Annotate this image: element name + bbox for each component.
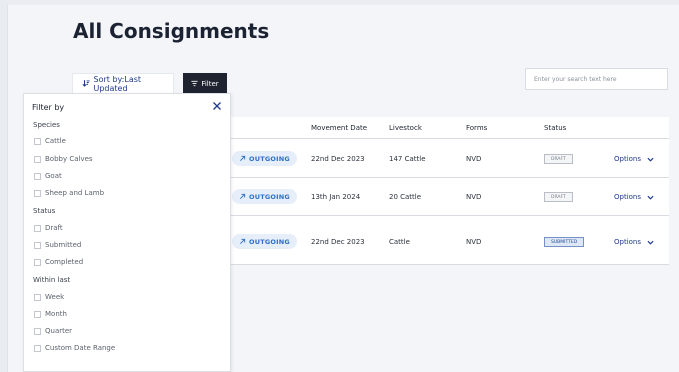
chevron-down-icon [647,157,654,162]
direction-badge: OUTGOING [232,151,297,166]
species-group-label: Species [33,121,60,129]
checkbox[interactable] [34,293,41,301]
arrow-up-right-icon [240,238,246,244]
direction-label: OUTGOING [249,154,290,163]
livestock-cell: 147 Cattle [389,155,426,163]
filter-button[interactable]: Filter [183,73,227,94]
table-row[interactable]: OUTGOING 22nd Dec 2023 147 Cattle NVD DR… [228,140,669,178]
filter-option-quarter[interactable]: Quarter [34,327,72,335]
status-badge: SUBMITTED [544,237,585,247]
sort-icon [82,80,90,87]
forms-cell: NVD [466,193,482,201]
checkbox[interactable] [34,310,41,318]
movement-date-cell: 22nd Dec 2023 [311,155,365,163]
option-label: Quarter [45,327,73,335]
options-menu-button[interactable]: Options [614,193,654,201]
option-label: Goat [45,172,62,180]
filter-option-cattle[interactable]: Cattle [34,137,66,145]
column-header-status: Status [544,124,567,132]
checkbox[interactable] [34,189,41,197]
status-group-label: Status [33,207,56,215]
direction-badge: OUTGOING [232,189,297,204]
options-label: Options [614,238,642,246]
filter-option-sheep-and-lamb[interactable]: Sheep and Lamb [34,189,104,197]
table-row[interactable]: OUTGOING 22nd Dec 2023 Cattle NVD SUBMIT… [228,221,669,265]
options-label: Options [614,155,642,163]
option-label: Month [45,310,67,318]
filter-option-bobby-calves[interactable]: Bobby Calves [34,155,93,163]
direction-label: OUTGOING [249,237,290,246]
option-label: Completed [45,258,84,266]
livestock-cell: Cattle [389,238,410,246]
page-title: All Consignments [73,19,270,43]
filter-panel: Filter by Species Cattle Bobby Calves Go… [23,93,231,372]
search-input[interactable] [525,68,668,90]
arrow-up-right-icon [240,155,246,161]
checkbox[interactable] [34,137,41,145]
options-label: Options [614,193,642,201]
direction-label: OUTGOING [249,192,290,201]
within-group-label: Within last [33,276,71,284]
sort-button[interactable]: Sort by:Last Updated [72,73,174,94]
chevron-down-icon [647,240,654,245]
movement-date-cell: 13th Jan 2024 [311,193,361,201]
sort-button-label: Sort by:Last Updated [93,74,142,93]
filter-icon [191,80,198,87]
movement-date-cell: 22nd Dec 2023 [311,238,365,246]
options-menu-button[interactable]: Options [614,155,654,163]
forms-cell: NVD [466,238,482,246]
option-label: Week [45,293,65,301]
column-header-livestock: Livestock [389,124,422,132]
options-menu-button[interactable]: Options [614,238,654,246]
filter-option-submitted[interactable]: Submitted [34,241,81,249]
column-header-movement-date: Movement Date [311,124,368,132]
checkbox[interactable] [34,224,41,232]
option-label: Draft [45,224,63,232]
filter-option-draft[interactable]: Draft [34,224,63,232]
checkbox[interactable] [34,155,41,163]
close-icon[interactable] [212,101,222,111]
option-label: Cattle [45,137,66,145]
filter-option-goat[interactable]: Goat [34,172,62,180]
direction-badge: OUTGOING [232,234,297,249]
consignments-table: Movement Date Livestock Forms Status OUT… [228,117,669,265]
filter-option-completed[interactable]: Completed [34,258,83,266]
option-label: Custom Date Range [45,344,116,352]
option-label: Sheep and Lamb [45,189,105,197]
checkbox[interactable] [34,241,41,249]
status-badge: DRAFT [544,154,573,164]
arrow-up-right-icon [240,193,246,199]
table-header: Movement Date Livestock Forms Status [228,117,669,139]
checkbox[interactable] [34,172,41,180]
filter-panel-title: Filter by [32,103,65,112]
checkbox[interactable] [34,344,41,352]
checkbox[interactable] [34,327,41,335]
checkbox[interactable] [34,258,41,266]
forms-cell: NVD [466,155,482,163]
table-row[interactable]: OUTGOING 13th Jan 2024 20 Cattle NVD DRA… [228,178,669,216]
filter-option-week[interactable]: Week [34,293,64,301]
filter-option-custom-date-range[interactable]: Custom Date Range [34,344,115,352]
column-header-forms: Forms [466,124,488,132]
filter-option-month[interactable]: Month [34,310,67,318]
option-label: Bobby Calves [45,155,93,163]
filter-button-label: Filter [201,79,219,88]
chevron-down-icon [647,195,654,200]
status-badge: DRAFT [544,192,573,202]
option-label: Submitted [45,241,82,249]
livestock-cell: 20 Cattle [389,193,422,201]
